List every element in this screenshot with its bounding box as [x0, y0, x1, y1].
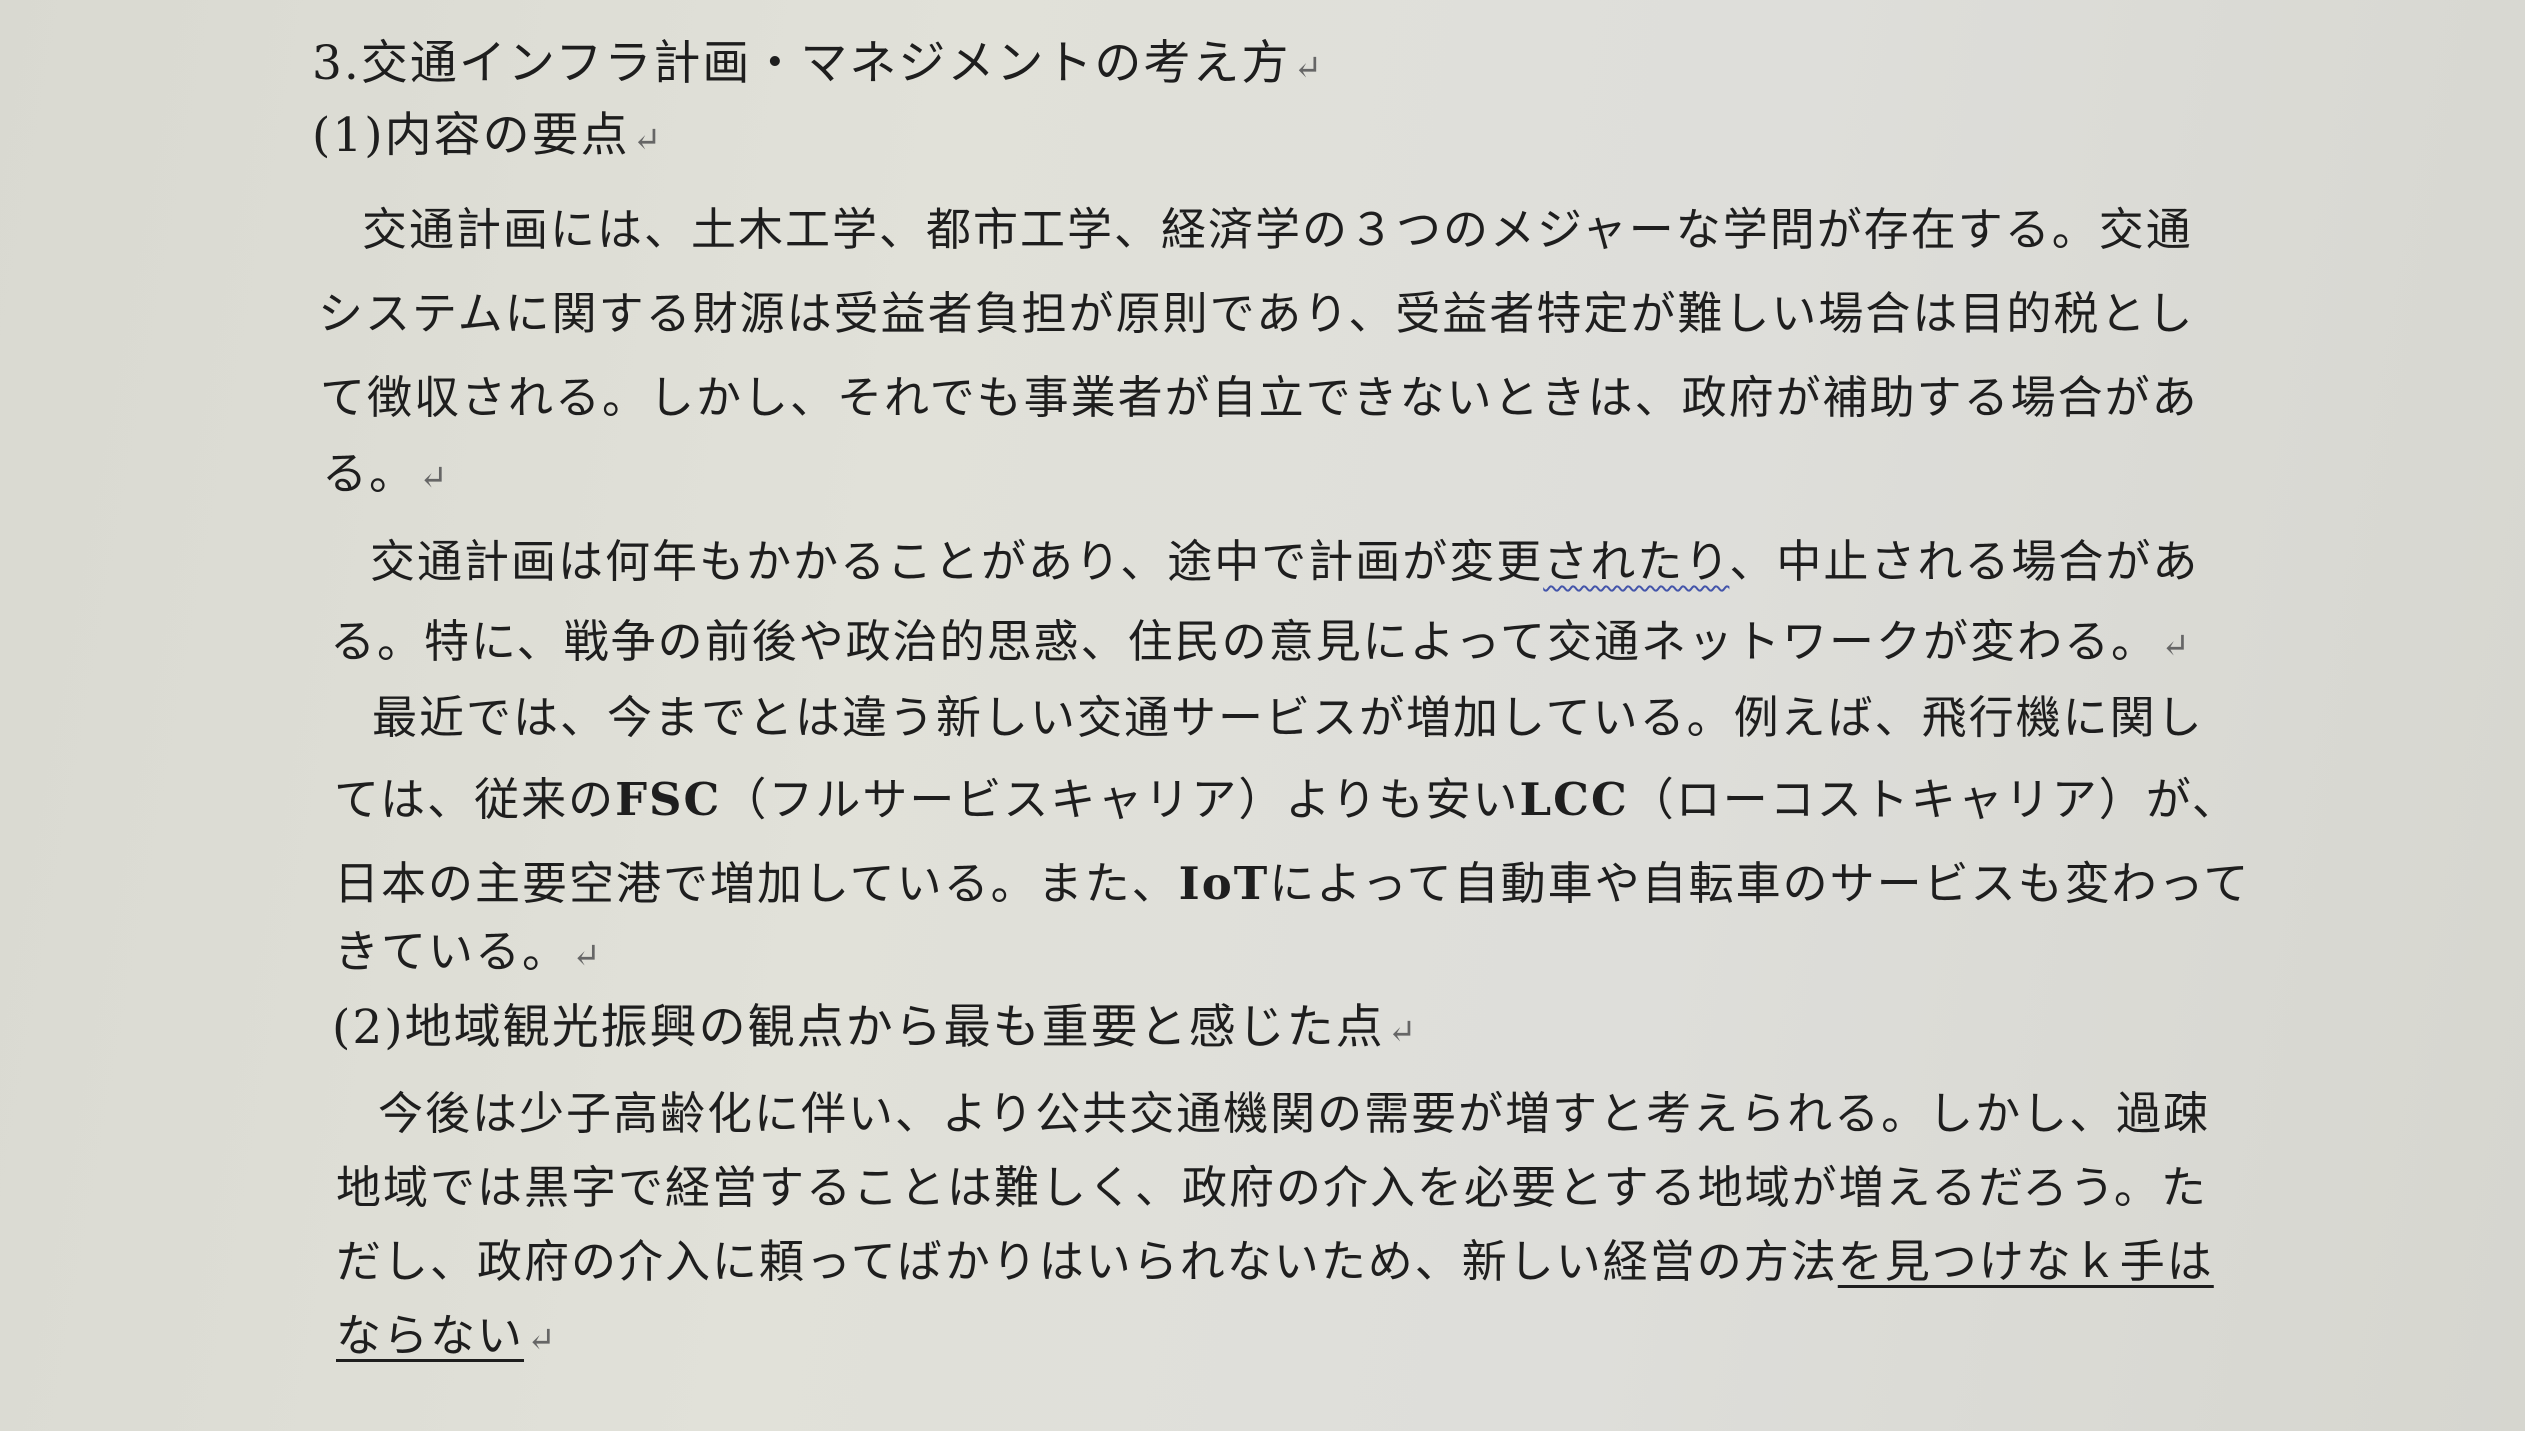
paragraph4-line1: 今後は少子高齢化に伴い、より公共交通機関の需要が増すと考えられる。しかし、過疎	[378, 1086, 2210, 1142]
paragraph1-line1-text: 交通計画には、土木工学、都市工学、経済学の３つのメジャーな学問が存在する。交通	[362, 203, 2193, 256]
paragraph3-line3: 日本の主要空港で増加している。また、IoTによって自動車や自転車のサービスも変わ…	[334, 856, 2250, 912]
paragraph3-line2-mid: （フルサービスキャリア）よりも安い	[721, 773, 1520, 826]
lcc-term: LCC	[1519, 773, 1629, 826]
section2-heading-text: (2)地域観光振興の観点から最も重要と感じた点	[332, 1000, 1385, 1055]
paragraph3-line3-text: 日本の主要空港で増加している。また、	[334, 857, 1179, 910]
paragraph4-line3-text: だし、政府の介入に頼ってばかりはいられないため、新しい経営の方法	[336, 1235, 1838, 1288]
return-mark: ↵	[632, 120, 664, 160]
return-mark: ↵	[419, 458, 450, 498]
paragraph3-line4: きている。↵	[334, 924, 603, 984]
paragraph4-line4: ならない↵	[336, 1308, 558, 1368]
return-mark: ↵	[1387, 1012, 1419, 1052]
paragraph1-line4: る。↵	[322, 446, 450, 506]
title-text: 3.交通インフラ計画・マネジメントの考え方	[312, 36, 1291, 91]
fsc-term: FSC	[615, 773, 722, 826]
paragraph2-line2-text: る。特に、戦争の前後や政治的思惑、住民の意見によって交通ネットワークが変わる。	[330, 615, 2159, 668]
return-mark: ↵	[572, 936, 603, 976]
paragraph4-line2: 地域では黒字で経営することは難しく、政府の介入を必要とする地域が増えるだろう。た	[336, 1160, 2208, 1216]
paragraph4-line3: だし、政府の介入に頼ってばかりはいられないため、新しい経営の方法を見つけなｋ手は	[336, 1234, 2214, 1290]
iot-term: IoT	[1178, 857, 1270, 910]
paragraph3-line4-text: きている。	[334, 925, 570, 978]
document-title: 3.交通インフラ計画・マネジメントの考え方↵	[312, 36, 1324, 96]
section1-heading-text: (1)内容の要点	[312, 108, 630, 163]
paragraph1-line1: 交通計画には、土木工学、都市工学、経済学の３つのメジャーな学問が存在する。交通	[362, 202, 2193, 258]
paragraph2-line1-tail: 、中止される場合があ	[1729, 535, 2200, 588]
paragraph1-line4-text: る。	[322, 447, 417, 500]
paragraph4-line1-text: 今後は少子高齢化に伴い、より公共交通機関の需要が増すと考えられる。しかし、過疎	[378, 1087, 2211, 1140]
paragraph1-line3: て徴収される。しかし、それでも事業者が自立できないときは、政府が補助する場合があ	[320, 370, 2199, 426]
paragraph3-line2: ては、従来のFSC（フルサービスキャリア）よりも安いLCC（ローコストキャリア）…	[334, 772, 2239, 828]
paragraph4-line2-text: 地域では黒字で経営することは難しく、政府の介入を必要とする地域が増えるだろう。た	[336, 1161, 2208, 1214]
return-mark: ↵	[2161, 626, 2192, 666]
paragraph2-line1: 交通計画は何年もかかることがあり、途中で計画が変更されたり、中止される場合があ	[370, 534, 2199, 590]
paragraph1-line2: システムに関する財源は受益者負担が原則であり、受益者特定が難しい場合は目的税とし	[318, 286, 2194, 342]
paragraph3-line3-tail: によって自動車や自転車のサービスも変わって	[1269, 857, 2251, 910]
return-mark: ↵	[1293, 48, 1324, 88]
paragraph3-line2-tail: （ローコストキャリア）が、	[1628, 773, 2239, 826]
paragraph3-line1-text: 最近では、今までとは違う新しい交通サービスが増加している。例えば、飛行機に関し	[372, 691, 2204, 744]
paragraph3-line2-text: ては、従来の	[334, 773, 616, 826]
paragraph1-line2-text: システムに関する財源は受益者負担が原則であり、受益者特定が難しい場合は目的税とし	[318, 287, 2195, 340]
paragraph4-line4-text: ならない	[336, 1309, 525, 1362]
document-page: 3.交通インフラ計画・マネジメントの考え方↵ (1)内容の要点↵ 交通計画には、…	[0, 0, 2525, 1431]
paragraph3-line1: 最近では、今までとは違う新しい交通サービスが増加している。例えば、飛行機に関し	[372, 690, 2204, 746]
paragraph2-line1-text: 交通計画は何年もかかることがあり、途中で計画が変更	[370, 535, 1544, 588]
paragraph2-line2: る。特に、戦争の前後や政治的思惑、住民の意見によって交通ネットワークが変わる。↵	[330, 614, 2192, 674]
paragraph1-line3-text: て徴収される。しかし、それでも事業者が自立できないときは、政府が補助する場合があ	[320, 371, 2199, 424]
section1-heading: (1)内容の要点↵	[312, 108, 663, 168]
underlined-text: を見つけなｋ手は	[1837, 1235, 2214, 1288]
section2-heading: (2)地域観光振興の観点から最も重要と感じた点↵	[332, 1000, 1418, 1060]
return-mark: ↵	[527, 1320, 558, 1360]
spellcheck-underlined-text: されたり	[1543, 535, 1730, 588]
